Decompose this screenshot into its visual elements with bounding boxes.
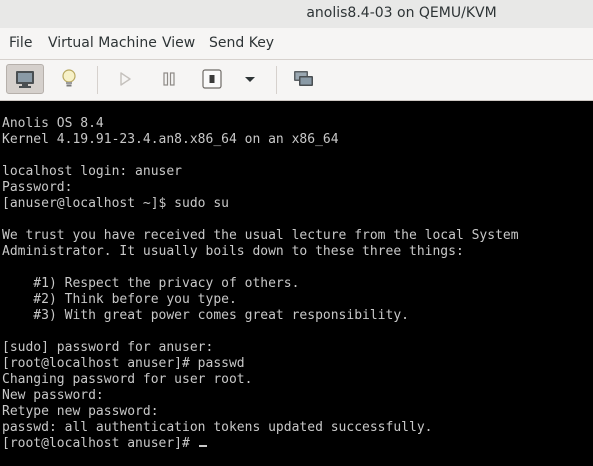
window-title: anolis8.4-03 on QEMU/KVM: [306, 5, 497, 21]
console-prompt: [root@localhost anuser]#: [2, 436, 198, 451]
console-line: passwd: all authentication tokens update…: [2, 420, 433, 435]
menu-send-key[interactable]: Send Key: [209, 28, 274, 59]
window-titlebar[interactable]: anolis8.4-03 on QEMU/KVM: [0, 0, 593, 28]
chevron-down-icon: [245, 77, 255, 82]
console-line: Kernel 4.19.91-23.4.an8.x86_64 on an x86…: [2, 132, 339, 147]
console-line: #1) Respect the privacy of others.: [2, 276, 300, 291]
console-line: Anolis OS 8.4: [2, 116, 104, 131]
menu-virtual-machine[interactable]: Virtual Machine: [48, 28, 157, 59]
toolbar-separator: [276, 66, 277, 94]
shutdown-button[interactable]: [197, 64, 227, 94]
console-line: Retype new password:: [2, 404, 159, 419]
console-prompt-line: [root@localhost anuser]#: [2, 436, 207, 452]
console-line: [root@localhost anuser]# passwd: [2, 356, 245, 371]
menu-bar: File Virtual Machine View Send Key: [0, 28, 593, 60]
console-line: #2) Think before you type.: [2, 292, 237, 307]
console-line: Administrator. It usually boils down to …: [2, 244, 464, 259]
console-line: We trust you have received the usual lec…: [2, 228, 519, 243]
toolbar: [0, 60, 593, 101]
menu-view[interactable]: View: [162, 28, 195, 59]
console-view-button[interactable]: [6, 64, 44, 94]
text-cursor: [198, 445, 207, 447]
details-button[interactable]: [53, 64, 85, 94]
console-line: Password:: [2, 180, 73, 195]
play-icon: [120, 72, 131, 86]
menu-file[interactable]: File: [9, 28, 32, 59]
console-line: [sudo] password for anuser:: [2, 340, 214, 355]
console-line: [anuser@localhost ~]$ sudo su: [2, 196, 229, 211]
console-line: localhost login: anuser: [2, 164, 183, 179]
vm-console[interactable]: Anolis OS 8.4 Kernel 4.19.91-23.4.an8.x8…: [0, 101, 593, 466]
run-button[interactable]: [110, 64, 140, 94]
console-line: New password:: [2, 388, 104, 403]
monitor-icon: [16, 71, 34, 88]
screens-icon: [294, 71, 313, 86]
pause-button[interactable]: [154, 64, 184, 94]
console-line: Changing password for user root.: [2, 372, 253, 387]
shutdown-menu-button[interactable]: [238, 64, 262, 94]
pause-icon: [163, 72, 175, 86]
toolbar-separator: [97, 66, 98, 94]
power-icon: [202, 69, 222, 89]
console-line: #3) With great power comes great respons…: [2, 308, 409, 323]
lightbulb-icon: [62, 69, 76, 87]
fullscreen-button[interactable]: [288, 64, 320, 94]
